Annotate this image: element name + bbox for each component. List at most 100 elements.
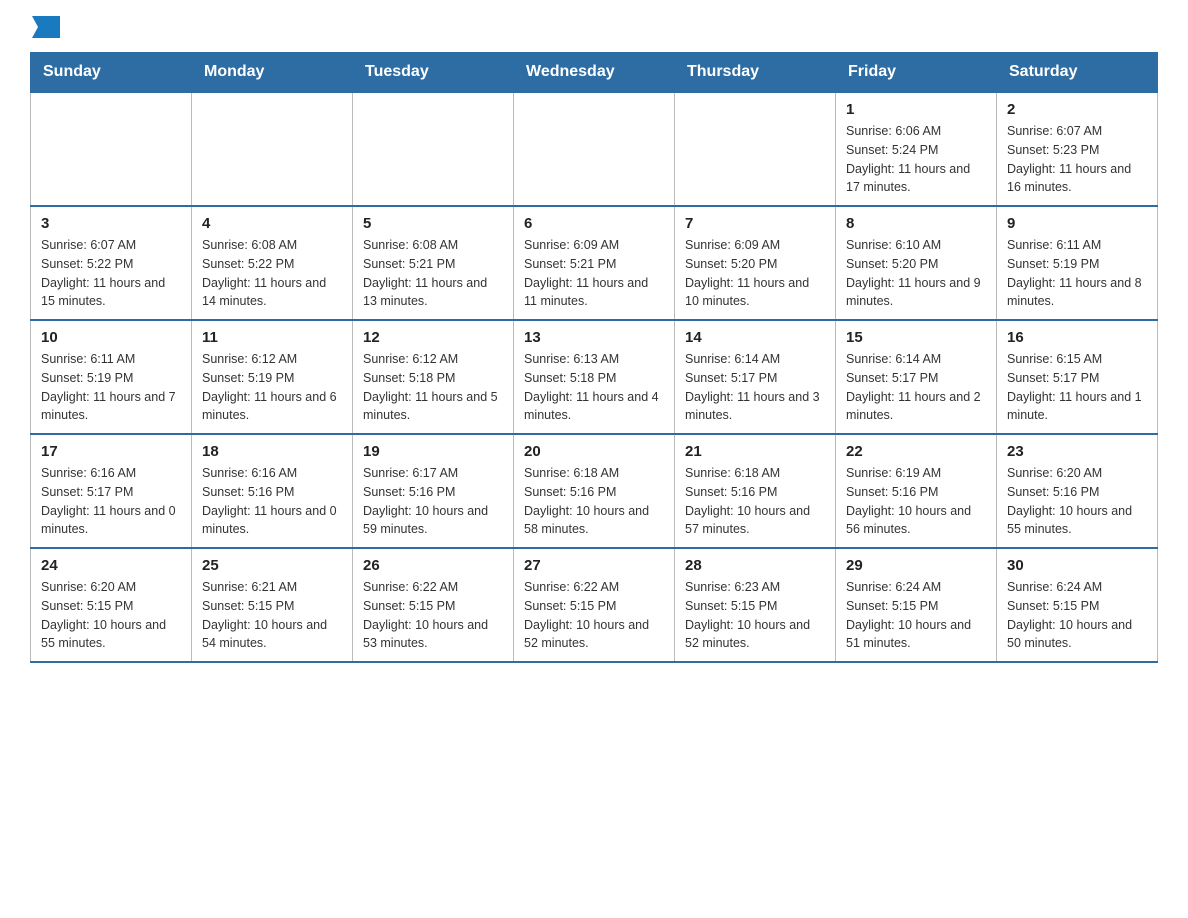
day-number: 11 (202, 329, 342, 346)
day-info: Sunrise: 6:20 AM Sunset: 5:16 PM Dayligh… (1007, 464, 1147, 539)
day-number: 19 (363, 443, 503, 460)
calendar-cell: 12 Sunrise: 6:12 AM Sunset: 5:18 PM Dayli… (353, 320, 514, 434)
day-number: 21 (685, 443, 825, 460)
day-number: 13 (524, 329, 664, 346)
day-info: Sunrise: 6:24 AM Sunset: 5:15 PM Dayligh… (1007, 578, 1147, 653)
day-info: Sunrise: 6:14 AM Sunset: 5:17 PM Dayligh… (685, 350, 825, 425)
calendar-cell: 5 Sunrise: 6:08 AM Sunset: 5:21 PM Daylig… (353, 206, 514, 320)
calendar-table: SundayMondayTuesdayWednesdayThursdayFrid… (30, 52, 1158, 663)
day-info: Sunrise: 6:14 AM Sunset: 5:17 PM Dayligh… (846, 350, 986, 425)
calendar-cell: 29 Sunrise: 6:24 AM Sunset: 5:15 PM Dayli… (836, 548, 997, 662)
day-info: Sunrise: 6:10 AM Sunset: 5:20 PM Dayligh… (846, 236, 986, 311)
calendar-cell: 28 Sunrise: 6:23 AM Sunset: 5:15 PM Dayli… (675, 548, 836, 662)
day-number: 15 (846, 329, 986, 346)
calendar-cell (31, 92, 192, 206)
calendar-cell: 11 Sunrise: 6:12 AM Sunset: 5:19 PM Dayli… (192, 320, 353, 434)
calendar-cell: 26Sunrise: 6:22 AM Sunset: 5:15 PM Dayli… (353, 548, 514, 662)
day-number: 14 (685, 329, 825, 346)
day-of-week-header-thursday: Thursday (675, 53, 836, 93)
day-of-week-header-monday: Monday (192, 53, 353, 93)
calendar-cell: 16 Sunrise: 6:15 AM Sunset: 5:17 PM Dayli… (997, 320, 1158, 434)
day-info: Sunrise: 6:17 AM Sunset: 5:16 PM Dayligh… (363, 464, 503, 539)
day-info: Sunrise: 6:21 AM Sunset: 5:15 PM Dayligh… (202, 578, 342, 653)
day-info: Sunrise: 6:08 AM Sunset: 5:22 PM Dayligh… (202, 236, 342, 311)
calendar-cell: 18 Sunrise: 6:16 AM Sunset: 5:16 PM Dayli… (192, 434, 353, 548)
day-number: 25 (202, 557, 342, 574)
day-info: Sunrise: 6:12 AM Sunset: 5:19 PM Dayligh… (202, 350, 342, 425)
day-info: Sunrise: 6:15 AM Sunset: 5:17 PM Dayligh… (1007, 350, 1147, 425)
calendar-cell: 13 Sunrise: 6:13 AM Sunset: 5:18 PM Dayli… (514, 320, 675, 434)
day-info: Sunrise: 6:13 AM Sunset: 5:18 PM Dayligh… (524, 350, 664, 425)
calendar-cell: 3 Sunrise: 6:07 AM Sunset: 5:22 PM Daylig… (31, 206, 192, 320)
day-of-week-header-tuesday: Tuesday (353, 53, 514, 93)
day-info: Sunrise: 6:08 AM Sunset: 5:21 PM Dayligh… (363, 236, 503, 311)
day-number: 22 (846, 443, 986, 460)
calendar-cell (514, 92, 675, 206)
calendar-cell: 17 Sunrise: 6:16 AM Sunset: 5:17 PM Dayli… (31, 434, 192, 548)
day-info: Sunrise: 6:11 AM Sunset: 5:19 PM Dayligh… (41, 350, 181, 425)
day-number: 20 (524, 443, 664, 460)
day-info: Sunrise: 6:06 AM Sunset: 5:24 PM Dayligh… (846, 122, 986, 197)
calendar-cell: 24 Sunrise: 6:20 AM Sunset: 5:15 PM Dayli… (31, 548, 192, 662)
day-info: Sunrise: 6:24 AM Sunset: 5:15 PM Dayligh… (846, 578, 986, 653)
day-number: 1 (846, 101, 986, 118)
calendar-cell (675, 92, 836, 206)
day-number: 28 (685, 557, 825, 574)
day-number: 5 (363, 215, 503, 232)
calendar-week-row: 1 Sunrise: 6:06 AM Sunset: 5:24 PM Daylig… (31, 92, 1158, 206)
day-number: 3 (41, 215, 181, 232)
calendar-cell: 10 Sunrise: 6:11 AM Sunset: 5:19 PM Dayli… (31, 320, 192, 434)
day-info: Sunrise: 6:16 AM Sunset: 5:16 PM Dayligh… (202, 464, 342, 539)
day-of-week-header-friday: Friday (836, 53, 997, 93)
day-number: 27 (524, 557, 664, 574)
logo (30, 20, 60, 32)
day-info: Sunrise: 6:19 AM Sunset: 5:16 PM Dayligh… (846, 464, 986, 539)
day-number: 8 (846, 215, 986, 232)
day-info: Sunrise: 6:07 AM Sunset: 5:23 PM Dayligh… (1007, 122, 1147, 197)
calendar-cell: 30 Sunrise: 6:24 AM Sunset: 5:15 PM Dayli… (997, 548, 1158, 662)
calendar-week-row: 24 Sunrise: 6:20 AM Sunset: 5:15 PM Dayli… (31, 548, 1158, 662)
day-number: 16 (1007, 329, 1147, 346)
day-info: Sunrise: 6:11 AM Sunset: 5:19 PM Dayligh… (1007, 236, 1147, 311)
calendar-cell: 4Sunrise: 6:08 AM Sunset: 5:22 PM Daylig… (192, 206, 353, 320)
day-number: 12 (363, 329, 503, 346)
calendar-cell: 15 Sunrise: 6:14 AM Sunset: 5:17 PM Dayli… (836, 320, 997, 434)
calendar-cell: 22 Sunrise: 6:19 AM Sunset: 5:16 PM Dayli… (836, 434, 997, 548)
day-number: 6 (524, 215, 664, 232)
day-info: Sunrise: 6:12 AM Sunset: 5:18 PM Dayligh… (363, 350, 503, 425)
day-info: Sunrise: 6:20 AM Sunset: 5:15 PM Dayligh… (41, 578, 181, 653)
day-number: 17 (41, 443, 181, 460)
day-info: Sunrise: 6:22 AM Sunset: 5:15 PM Dayligh… (524, 578, 664, 653)
day-number: 18 (202, 443, 342, 460)
day-info: Sunrise: 6:18 AM Sunset: 5:16 PM Dayligh… (524, 464, 664, 539)
day-info: Sunrise: 6:09 AM Sunset: 5:20 PM Dayligh… (685, 236, 825, 311)
day-of-week-header-saturday: Saturday (997, 53, 1158, 93)
calendar-cell: 1 Sunrise: 6:06 AM Sunset: 5:24 PM Daylig… (836, 92, 997, 206)
calendar-cell (192, 92, 353, 206)
day-info: Sunrise: 6:18 AM Sunset: 5:16 PM Dayligh… (685, 464, 825, 539)
day-number: 10 (41, 329, 181, 346)
day-info: Sunrise: 6:16 AM Sunset: 5:17 PM Dayligh… (41, 464, 181, 539)
day-number: 30 (1007, 557, 1147, 574)
day-number: 23 (1007, 443, 1147, 460)
calendar-cell: 14 Sunrise: 6:14 AM Sunset: 5:17 PM Dayli… (675, 320, 836, 434)
calendar-week-row: 17 Sunrise: 6:16 AM Sunset: 5:17 PM Dayli… (31, 434, 1158, 548)
day-number: 24 (41, 557, 181, 574)
logo-arrow-icon (32, 16, 60, 38)
day-of-week-header-wednesday: Wednesday (514, 53, 675, 93)
day-info: Sunrise: 6:07 AM Sunset: 5:22 PM Dayligh… (41, 236, 181, 311)
calendar-cell: 2 Sunrise: 6:07 AM Sunset: 5:23 PM Daylig… (997, 92, 1158, 206)
day-number: 7 (685, 215, 825, 232)
calendar-cell: 7 Sunrise: 6:09 AM Sunset: 5:20 PM Daylig… (675, 206, 836, 320)
calendar-cell: 25 Sunrise: 6:21 AM Sunset: 5:15 PM Dayli… (192, 548, 353, 662)
day-info: Sunrise: 6:23 AM Sunset: 5:15 PM Dayligh… (685, 578, 825, 653)
day-info: Sunrise: 6:22 AM Sunset: 5:15 PM Dayligh… (363, 578, 503, 653)
day-number: 9 (1007, 215, 1147, 232)
calendar-cell: 27 Sunrise: 6:22 AM Sunset: 5:15 PM Dayli… (514, 548, 675, 662)
calendar-cell: 20 Sunrise: 6:18 AM Sunset: 5:16 PM Dayli… (514, 434, 675, 548)
day-number: 2 (1007, 101, 1147, 118)
calendar-week-row: 10 Sunrise: 6:11 AM Sunset: 5:19 PM Dayli… (31, 320, 1158, 434)
calendar-cell (353, 92, 514, 206)
calendar-header-row: SundayMondayTuesdayWednesdayThursdayFrid… (31, 53, 1158, 93)
day-number: 29 (846, 557, 986, 574)
